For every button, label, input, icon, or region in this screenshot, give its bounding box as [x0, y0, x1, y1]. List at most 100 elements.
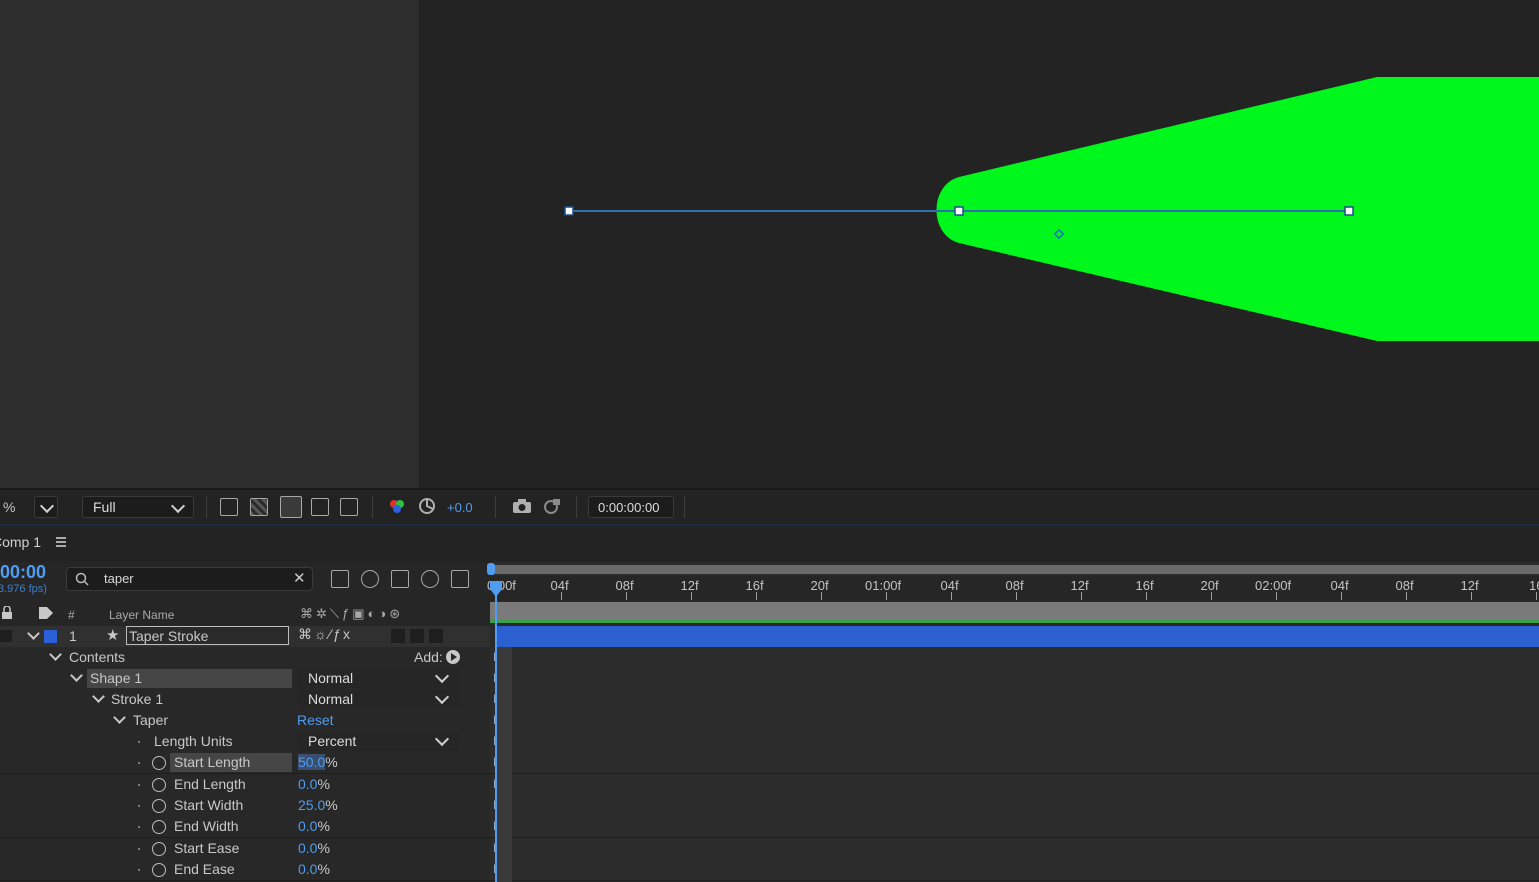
stopwatch-icon[interactable] — [152, 842, 166, 856]
shape-blend-mode-dropdown[interactable]: Normal — [297, 668, 459, 688]
comp-mini-flowchart-icon[interactable] — [331, 570, 349, 588]
start-width-value[interactable]: 25.0% — [298, 797, 338, 813]
chevron-down-icon — [434, 668, 450, 684]
ruler-tick — [1276, 592, 1277, 600]
end-width-row[interactable]: End Width 0.0% — [0, 816, 490, 838]
layer-lock-toggle[interactable] — [0, 630, 12, 642]
mask-visibility-icon[interactable] — [280, 496, 302, 518]
lock-icon — [2, 606, 12, 619]
start-length-row[interactable]: Start Length 50.0% — [0, 752, 490, 774]
region-of-interest-icon[interactable] — [311, 498, 329, 516]
num-column-header: # — [68, 608, 75, 622]
work-area-bar[interactable] — [490, 565, 1539, 574]
ruler-tick-label: 04f — [1330, 578, 1349, 593]
expand-layer-chevron-icon[interactable] — [27, 627, 40, 640]
shy-layers-icon[interactable] — [361, 570, 379, 588]
layer-name-field[interactable]: Taper Stroke — [126, 626, 289, 645]
composition-viewer[interactable] — [419, 0, 1539, 490]
contents-row[interactable]: Contents Add: — [0, 647, 490, 669]
layer-switches[interactable]: ⌘☼⁄ƒx — [298, 626, 352, 643]
ruler-tick-label: 02:00f — [1255, 578, 1292, 593]
fast-preview-icon[interactable] — [220, 498, 238, 516]
layer-name-header[interactable]: Layer Name — [109, 608, 174, 622]
graph-editor-icon[interactable] — [451, 570, 469, 588]
length-units-label: Length Units — [154, 733, 233, 749]
reset-link[interactable]: Reset — [297, 712, 334, 728]
end-ease-row[interactable]: End Ease 0.0% — [0, 859, 490, 881]
color-channels-icon[interactable] — [388, 497, 406, 515]
switch-box-2[interactable] — [410, 629, 424, 643]
playhead-handle-icon[interactable] — [489, 580, 503, 598]
stopwatch-icon[interactable] — [152, 799, 166, 813]
layer-duration-bar[interactable] — [496, 626, 1539, 647]
ruler-tick — [756, 592, 757, 600]
start-ease-label: Start Ease — [174, 840, 240, 856]
shape-1-row[interactable]: Shape 1 Normal — [0, 668, 490, 690]
ruler-tick-label: 08f — [1395, 578, 1414, 593]
expand-taper-chevron-icon[interactable] — [113, 711, 126, 724]
stopwatch-icon[interactable] — [152, 778, 166, 792]
expand-contents-chevron-icon[interactable] — [49, 648, 62, 661]
start-ease-value[interactable]: 0.0% — [298, 840, 330, 856]
length-units-row[interactable]: Length Units Percent — [0, 731, 490, 753]
ruler-tick — [1536, 592, 1537, 600]
switch-box-1[interactable] — [391, 629, 405, 643]
path-vertex-end[interactable] — [1344, 206, 1354, 216]
exposure-value[interactable]: +0.0 — [447, 500, 473, 515]
snapshot-camera-icon[interactable] — [512, 498, 532, 514]
end-length-row[interactable]: End Length 0.0% — [0, 774, 490, 796]
label-color-swatch[interactable] — [44, 630, 57, 643]
taper-row[interactable]: Taper Reset — [0, 710, 490, 732]
transparency-grid-icon[interactable] — [250, 498, 268, 516]
ruler-tick — [561, 592, 562, 600]
resolution-dropdown[interactable]: Full — [82, 496, 194, 518]
current-time-display[interactable]: 0:00:00:00 — [588, 496, 674, 518]
show-snapshot-icon[interactable] — [542, 497, 562, 515]
motion-blur-icon[interactable] — [421, 570, 439, 588]
search-input[interactable]: taper — [104, 571, 134, 586]
path-vertex-mid[interactable] — [954, 206, 964, 216]
ruler-tick-label: 08f — [615, 578, 634, 593]
path-vertex-start[interactable] — [564, 206, 574, 216]
taper-stroke-shape[interactable] — [419, 0, 1539, 490]
ruler-tick-label: 12f — [680, 578, 699, 593]
stopwatch-icon[interactable] — [152, 820, 166, 834]
ruler-tick — [1016, 592, 1017, 600]
shape-blend-value: Normal — [308, 670, 354, 686]
work-area-start-handle[interactable] — [487, 563, 495, 575]
zoom-dropdown[interactable] — [34, 496, 58, 518]
panel-menu-icon[interactable] — [56, 537, 66, 547]
ruler-tick — [1081, 592, 1082, 600]
expand-shape-chevron-icon[interactable] — [70, 669, 83, 682]
ruler-tick — [886, 592, 887, 600]
add-menu-button[interactable] — [446, 650, 460, 664]
ruler-tick-label: 16f — [1135, 578, 1154, 593]
length-units-dropdown[interactable]: Percent — [297, 731, 459, 751]
project-panel — [0, 0, 419, 490]
start-length-value[interactable]: 50.0% — [298, 754, 338, 770]
start-ease-row[interactable]: Start Ease 0.0% — [0, 838, 490, 860]
expand-stroke-chevron-icon[interactable] — [92, 690, 105, 703]
frame-blending-icon[interactable] — [391, 570, 409, 588]
layer-row[interactable]: 1 ★ Taper Stroke ⌘☼⁄ƒx — [0, 626, 490, 648]
stroke-blend-mode-dropdown[interactable]: Normal — [297, 689, 459, 709]
end-ease-label: End Ease — [174, 861, 235, 877]
current-time[interactable]: 00:00 — [0, 562, 46, 583]
end-width-value[interactable]: 0.0% — [298, 818, 330, 834]
start-width-row[interactable]: Start Width 25.0% — [0, 795, 490, 817]
ruler-tick — [1471, 592, 1472, 600]
stopwatch-icon[interactable] — [152, 863, 166, 877]
switch-box-3[interactable] — [429, 629, 443, 643]
comp-tab[interactable]: Comp 1 — [0, 534, 41, 550]
guides-grid-icon[interactable] — [340, 498, 358, 516]
end-ease-value[interactable]: 0.0% — [298, 861, 330, 877]
clear-search-icon[interactable]: ✕ — [293, 569, 306, 587]
chevron-down-icon — [434, 731, 450, 747]
search-field[interactable]: taper ✕ — [66, 567, 313, 591]
stroke-1-row[interactable]: Stroke 1 Normal — [0, 689, 490, 711]
color-management-icon[interactable] — [418, 497, 436, 515]
end-length-value[interactable]: 0.0% — [298, 776, 330, 792]
start-length-label: Start Length — [174, 754, 251, 770]
stopwatch-icon[interactable] — [152, 756, 166, 770]
start-width-label: Start Width — [174, 797, 244, 813]
